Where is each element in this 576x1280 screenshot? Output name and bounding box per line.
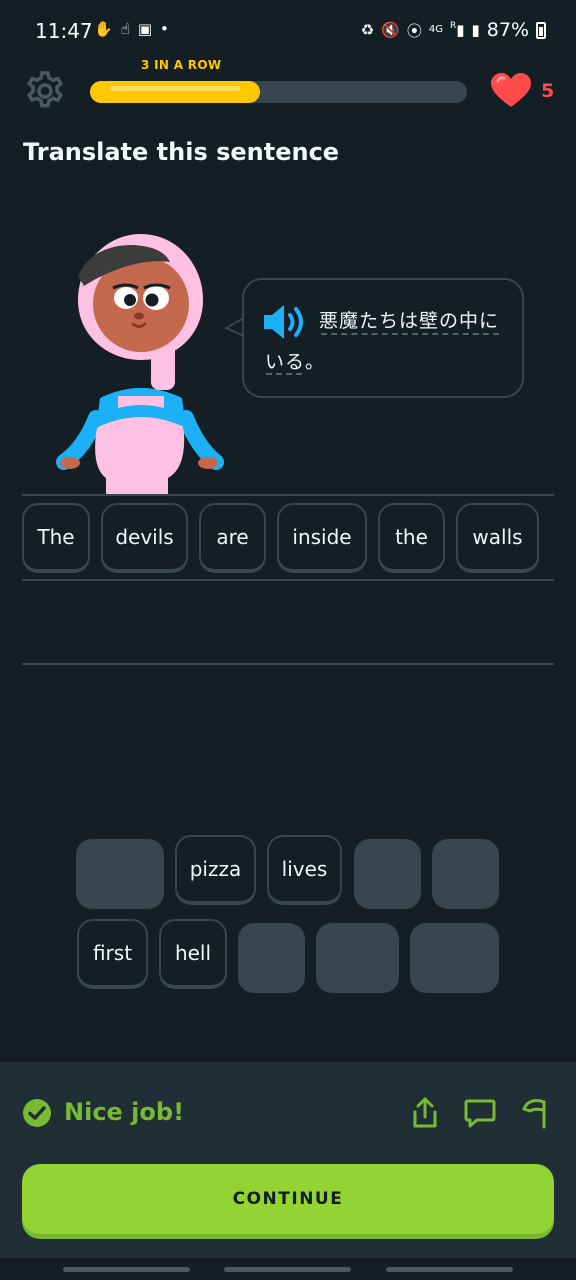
location-icon: ⦿ [406,21,422,40]
battery-icon [536,21,546,39]
answer-word-chip[interactable]: are [199,503,266,573]
word-bank-empty-slot [410,923,499,993]
nav-back-button[interactable] [386,1267,513,1272]
progress-shine [110,86,240,91]
lesson-progress-fill [90,81,260,103]
word-hint-underline [321,333,499,335]
lesson-progress-bar [90,81,467,103]
check-circle-icon [23,1099,51,1127]
battery-percent: 87% [486,19,529,41]
system-nav-bar [0,1258,576,1280]
recycle-icon: ♻ [360,21,375,39]
answer-word-chip[interactable]: inside [277,503,367,573]
settings-gear-icon[interactable] [24,70,66,112]
lesson-top-bar: 3 IN A ROW 5 [0,56,576,126]
answer-word-chip[interactable]: walls [456,503,539,573]
signal-r-icon: R▮ [449,21,465,39]
prompt-sentence-line1[interactable]: 悪魔たちは壁の中に [319,306,499,333]
comment-icon[interactable] [463,1096,497,1130]
status-bar: 11:47 ✋ ☝ ▣ • ♻ 🔇 ⦿ 4G R▮ ▮ 87% [0,0,576,64]
answer-word-chip[interactable]: devils [101,503,188,573]
prompt-title: Translate this sentence [23,138,340,166]
signal-r-label: R [449,21,457,31]
status-left-icons: ✋ ☝ ▣ • [94,20,169,38]
dot-icon: • [160,20,169,38]
word-bank-empty-slot [238,923,305,993]
hand-icon: ☝ [120,20,130,38]
word-bank-chip[interactable]: first [77,919,148,989]
hearts-count: 5 [541,80,555,102]
answer-word-chip[interactable]: The [22,503,90,573]
word-bank-empty-slot [76,839,164,909]
heart-icon[interactable] [489,71,533,109]
app-icon: ▣ [137,20,153,38]
continue-button[interactable]: CONTINUE [22,1164,554,1234]
status-right-icons: ♻ 🔇 ⦿ 4G R▮ ▮ 87% [361,19,546,41]
streak-label: 3 IN A ROW [141,58,222,72]
character-illustration [56,234,224,494]
word-bank-chip[interactable]: hell [159,919,227,989]
share-icon[interactable] [408,1096,442,1130]
notification-icon: ✋ [94,20,113,38]
word-bank-chip[interactable]: pizza [175,835,256,905]
word-bank-empty-slot [432,839,499,909]
flag-icon[interactable] [520,1096,554,1130]
word-bank-empty-slot [316,923,399,993]
answer-line-bottom [22,663,554,665]
feedback-text: Nice job! [64,1098,185,1126]
word-bank-empty-slot [354,839,421,909]
word-hint-underline [266,373,302,375]
word-bank-chip[interactable]: lives [267,835,342,905]
status-time: 11:47 [35,19,93,43]
signal-icon: ▮ [471,21,480,39]
prompt-sentence-line2[interactable]: いる。 [265,347,325,374]
nav-recents-button[interactable] [63,1267,190,1272]
nav-home-button[interactable] [224,1267,351,1272]
answer-line-top [22,494,554,496]
answer-line-middle [22,579,554,581]
speaker-icon[interactable] [262,302,310,342]
4g-icon: 4G [428,24,443,35]
mute-icon: 🔇 [381,21,400,39]
answer-word-chip[interactable]: the [378,503,445,573]
